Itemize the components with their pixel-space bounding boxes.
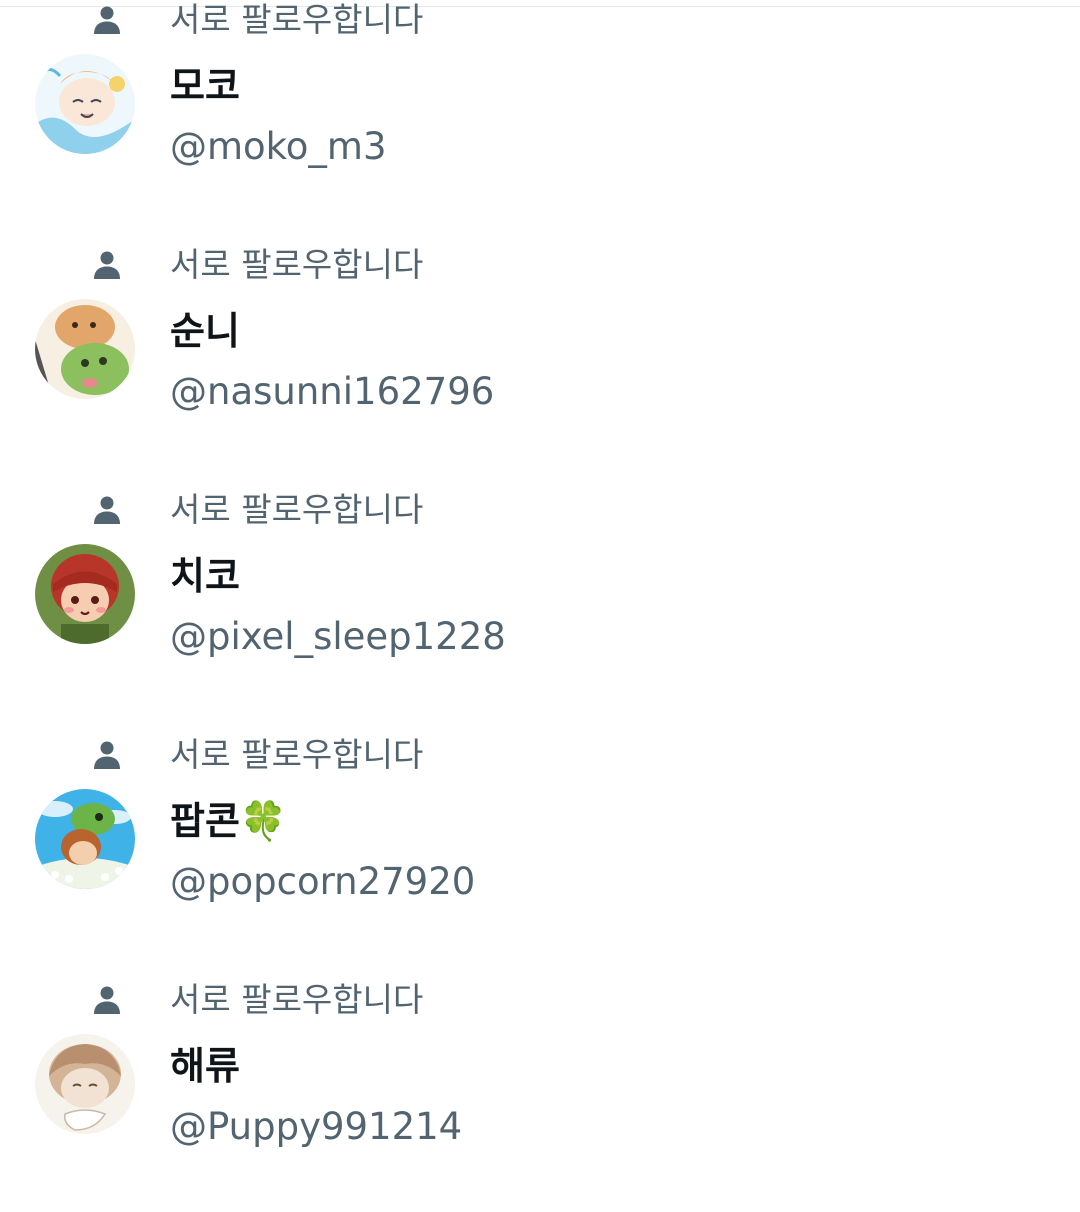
follow-context: 서로 팔로우합니다 bbox=[0, 477, 1080, 537]
follow-context-label: 서로 팔로우합니다 bbox=[170, 980, 424, 1019]
person-icon bbox=[94, 251, 120, 279]
follow-context-label: 서로 팔로우합니다 bbox=[170, 0, 424, 39]
user-handle[interactable]: @Puppy991214 bbox=[170, 1105, 462, 1149]
user-handle[interactable]: @nasunni162796 bbox=[170, 370, 494, 414]
user-handle[interactable]: @pixel_sleep1228 bbox=[170, 615, 506, 659]
user-row[interactable]: 서로 팔로우합니다 순니 @nasunni162796 bbox=[0, 232, 1080, 477]
display-name[interactable]: 팝콘🍀 bbox=[170, 798, 287, 844]
follow-context-label: 서로 팔로우합니다 bbox=[170, 735, 424, 774]
person-icon bbox=[94, 496, 120, 524]
display-name[interactable]: 순니 bbox=[170, 308, 240, 354]
avatar[interactable] bbox=[35, 299, 135, 399]
follow-context-label: 서로 팔로우합니다 bbox=[170, 490, 424, 529]
follow-context: 서로 팔로우합니다 bbox=[0, 232, 1080, 292]
user-row[interactable]: 서로 팔로우합니다 치코 @pixel_sleep1228 bbox=[0, 477, 1080, 722]
user-row[interactable]: 서로 팔로우합니다 해류 @Puppy991214 bbox=[0, 967, 1080, 1212]
avatar[interactable] bbox=[35, 1034, 135, 1134]
follow-context-label: 서로 팔로우합니다 bbox=[170, 245, 424, 284]
follow-context: 서로 팔로우합니다 bbox=[0, 0, 1080, 47]
avatar[interactable] bbox=[35, 54, 135, 154]
user-handle[interactable]: @moko_m3 bbox=[170, 125, 387, 169]
user-row[interactable]: 서로 팔로우합니다 모코 @moko_m3 bbox=[0, 0, 1080, 232]
user-row[interactable]: 서로 팔로우합니다 팝콘🍀 @popcorn27920 bbox=[0, 722, 1080, 967]
person-icon bbox=[94, 986, 120, 1014]
display-name[interactable]: 모코 bbox=[170, 63, 240, 109]
avatar[interactable] bbox=[35, 789, 135, 889]
follow-context: 서로 팔로우합니다 bbox=[0, 967, 1080, 1027]
display-name[interactable]: 해류 bbox=[170, 1043, 240, 1089]
person-icon bbox=[94, 741, 120, 769]
user-handle[interactable]: @popcorn27920 bbox=[170, 860, 475, 904]
display-name[interactable]: 치코 bbox=[170, 553, 240, 599]
follow-context: 서로 팔로우합니다 bbox=[0, 722, 1080, 782]
avatar[interactable] bbox=[35, 544, 135, 644]
person-icon bbox=[94, 6, 120, 34]
user-list: 서로 팔로우합니다 모코 @moko_m3 서로 팔로우합니다 순니 @nasu… bbox=[0, 0, 1080, 1212]
